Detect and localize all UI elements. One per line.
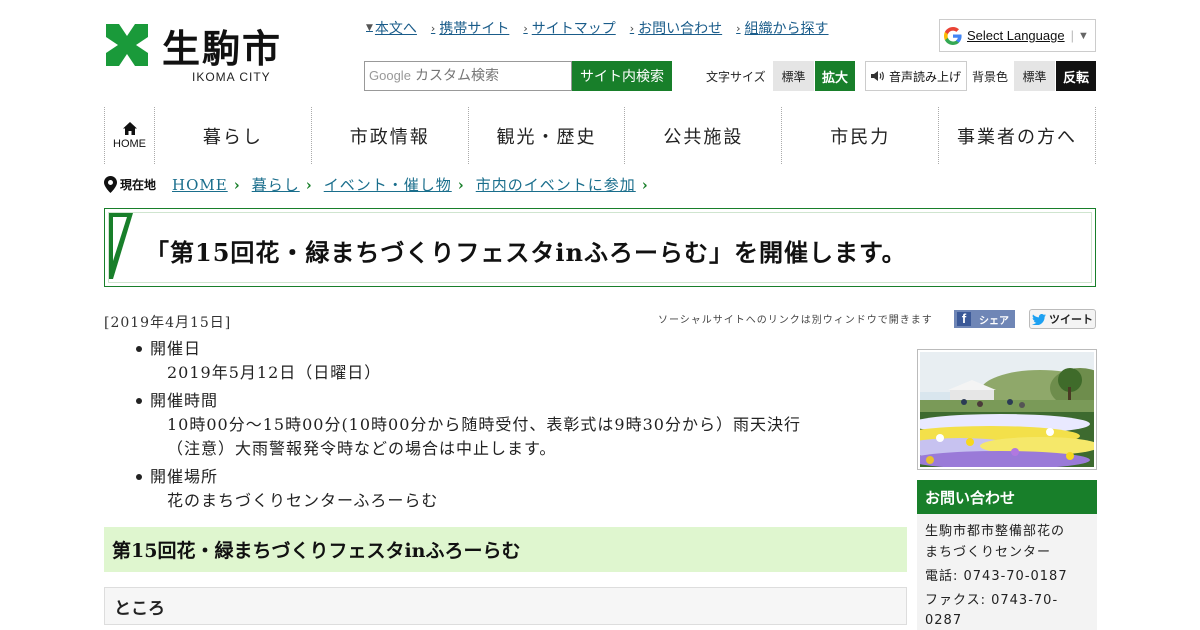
location-pin-icon xyxy=(104,176,117,193)
chevron-right-icon: › xyxy=(457,175,464,194)
breadcrumb-events[interactable]: イベント・催し物 xyxy=(324,174,452,195)
nav-home[interactable]: HOME xyxy=(105,107,155,164)
org-search-link[interactable]: › 組織から探す xyxy=(736,18,828,38)
link-label: お問い合わせ xyxy=(638,21,723,37)
font-size-large-button[interactable]: 拡大 xyxy=(815,61,855,91)
language-select[interactable]: Select Language | ▼ xyxy=(939,19,1096,52)
contact-body: 生駒市都市整備部花の まちづくりセンター 電話: 0743-70-0187 ファ… xyxy=(917,514,1097,630)
font-size-label: 文字サイズ xyxy=(706,69,766,84)
speaker-icon xyxy=(870,71,884,81)
background-standard-button[interactable]: 標準 xyxy=(1014,61,1055,91)
separator: | xyxy=(1070,28,1074,43)
facebook-share-button[interactable]: f シェア xyxy=(954,310,1015,328)
global-nav: HOME 暮らし 市政情報 観光・歴史 公共施設 市民力 事業者の方へ xyxy=(104,107,1096,164)
section-subheading: ところ xyxy=(104,587,907,625)
publish-date: [2019年4月15日] xyxy=(104,315,232,331)
site-search: Google サイト内検索 xyxy=(364,61,672,91)
facebook-icon: f xyxy=(957,311,971,326)
nav-item-facilities[interactable]: 公共施設 xyxy=(625,107,783,164)
chevron-right-icon: › xyxy=(629,21,635,35)
search-button[interactable]: サイト内検索 xyxy=(572,61,672,91)
nav-home-label: HOME xyxy=(113,137,146,150)
section-heading: 第15回花・緑まちづくりフェスタinふろーらむ xyxy=(104,527,907,572)
info-value: 10時00分～15時00分(10時00分から随時受付、表彰式は9時30分から）雨… xyxy=(167,415,801,434)
logo-text: 生駒市 xyxy=(162,27,283,71)
ikoma-emblem-icon xyxy=(106,24,148,66)
nav-item-tourism[interactable]: 観光・歴史 xyxy=(469,107,626,164)
google-g-icon xyxy=(944,26,962,45)
nav-item-living[interactable]: 暮らし xyxy=(155,107,312,164)
language-label: Select Language xyxy=(967,28,1065,43)
link-label: 本文へ xyxy=(374,21,417,37)
contact-tel: 電話: 0743-70-0187 xyxy=(925,569,1068,584)
caret-down-icon: ▼ xyxy=(366,23,373,33)
link-label: 組織から探す xyxy=(744,21,829,37)
utility-links: ▼ 本文へ › 携帯サイト › サイトマップ › お問い合わせ › 組織から探す xyxy=(366,18,829,38)
mobile-site-link[interactable]: › 携帯サイト xyxy=(431,18,509,38)
event-info-list: 開催日 2019年5月12日（日曜日） 開催時間 10時00分～15時00分(1… xyxy=(136,337,890,517)
dropdown-arrow-icon: ▼ xyxy=(1077,29,1089,42)
info-value: 2019年5月12日（日曜日） xyxy=(167,363,382,382)
nav-item-business[interactable]: 事業者の方へ xyxy=(939,107,1096,164)
breadcrumb-home[interactable]: HOME xyxy=(172,176,228,194)
breadcrumb-living[interactable]: 暮らし xyxy=(252,174,300,195)
read-aloud-label: 音声読み上げ xyxy=(888,69,961,84)
nav-item-citizen-power[interactable]: 市民力 xyxy=(782,107,940,164)
logo-subtitle: IKOMA CITY xyxy=(192,70,271,84)
list-item: 開催場所 花のまちづくりセンターふろーらむ xyxy=(136,465,890,513)
chevron-right-icon: › xyxy=(430,21,436,35)
list-item: 開催時間 10時00分～15時00分(10時00分から随時受付、表彰式は9時30… xyxy=(136,389,890,461)
event-photo xyxy=(917,349,1097,470)
background-color-label: 背景色 xyxy=(972,69,1009,84)
list-item: 開催日 2019年5月12日（日曜日） xyxy=(136,337,890,385)
chevron-right-icon: › xyxy=(233,175,240,194)
sitemap-link[interactable]: › サイトマップ xyxy=(523,18,615,38)
nav-item-city-info[interactable]: 市政情報 xyxy=(312,107,469,164)
info-title-date: 開催日 xyxy=(136,337,890,361)
info-value-note: （注意）大雨警報発令時などの場合は中止します。 xyxy=(167,439,557,458)
site-logo[interactable]: 生駒市 IKOMA CITY xyxy=(104,22,304,84)
current-location-label: 現在地 xyxy=(120,178,157,192)
title-corner-decoration xyxy=(109,213,133,279)
search-input[interactable] xyxy=(364,61,572,91)
chevron-right-icon: › xyxy=(736,21,741,35)
contact-link[interactable]: › お問い合わせ xyxy=(630,18,722,38)
breadcrumb: 現在地 HOME › 暮らし › イベント・催し物 › 市内のイベントに参加 › xyxy=(104,174,660,195)
background-invert-button[interactable]: 反転 xyxy=(1056,61,1096,91)
info-title-venue: 開催場所 xyxy=(136,465,890,489)
link-label: 携帯サイト xyxy=(439,21,510,37)
page-title-box: 「第15回花・緑まちづくりフェスタinふろーらむ」を開催します。 xyxy=(104,208,1096,287)
chevron-right-icon: › xyxy=(523,21,528,35)
tweet-label: ツイート xyxy=(1049,313,1093,326)
chevron-right-icon: › xyxy=(305,175,312,194)
skip-to-content-link[interactable]: ▼ 本文へ xyxy=(366,18,417,38)
home-icon xyxy=(122,121,137,135)
page-title: 「第15回花・緑まちづくりフェスタinふろーらむ」を開催します。 xyxy=(145,238,907,267)
info-title-time: 開催時間 xyxy=(136,389,890,413)
read-aloud-button[interactable]: 音声読み上げ xyxy=(865,61,967,91)
chevron-right-icon: › xyxy=(641,175,648,194)
info-value: 花のまちづくりセンターふろーらむ xyxy=(167,491,439,510)
contact-org-line2: まちづくりセンター xyxy=(925,545,1052,560)
link-label: サイトマップ xyxy=(531,21,616,37)
tweet-button[interactable]: ツイート xyxy=(1029,309,1096,329)
share-label: シェア xyxy=(979,315,1009,327)
font-size-standard-button[interactable]: 標準 xyxy=(773,61,814,91)
social-note: ソーシャルサイトへのリンクは別ウィンドウで開きます xyxy=(658,315,933,326)
flower-garden-image xyxy=(920,352,1094,467)
twitter-bird-icon xyxy=(1032,313,1046,325)
breadcrumb-city-events[interactable]: 市内のイベントに参加 xyxy=(476,174,636,195)
contact-heading: お問い合わせ xyxy=(917,480,1097,514)
